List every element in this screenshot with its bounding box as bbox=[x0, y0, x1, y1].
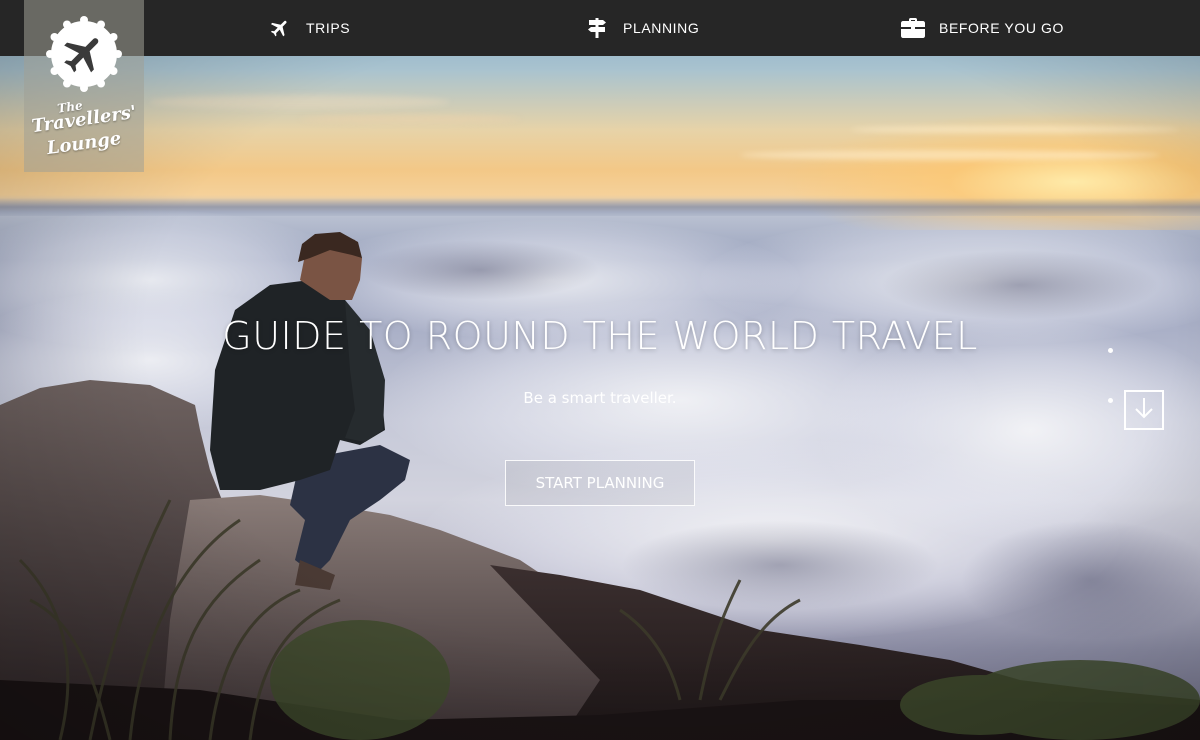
nav-label-before-you-go: BEFORE YOU GO bbox=[939, 20, 1065, 36]
nav-item-before-you-go[interactable]: BEFORE YOU GO bbox=[901, 0, 1064, 56]
hero-subtitle: Be a smart traveller. bbox=[523, 389, 677, 407]
nav-label-planning: PLANNING bbox=[623, 20, 700, 36]
pagination-dot[interactable] bbox=[1108, 348, 1113, 353]
nav-label-trips: TRIPS bbox=[306, 20, 351, 36]
top-navbar: TRIPS PLANNING BEFORE YOU GO bbox=[0, 0, 1200, 56]
airplane-icon bbox=[46, 16, 122, 92]
scroll-down-button[interactable] bbox=[1124, 390, 1164, 430]
nav-item-trips[interactable]: TRIPS bbox=[268, 0, 350, 56]
start-planning-button[interactable]: START PLANNING bbox=[505, 460, 695, 506]
hero-background bbox=[0, 0, 1200, 740]
vignette bbox=[0, 0, 1200, 740]
arrow-down-icon bbox=[1134, 396, 1154, 425]
signpost-icon bbox=[585, 16, 609, 40]
briefcase-icon bbox=[901, 18, 925, 38]
pagination-dot[interactable] bbox=[1108, 398, 1113, 403]
nav-item-planning[interactable]: PLANNING bbox=[585, 0, 699, 56]
airplane-icon bbox=[268, 17, 292, 39]
hero-title: GUIDE TO ROUND THE WORLD TRAVEL bbox=[222, 314, 978, 358]
site-logo[interactable]: The Travellers' Lounge bbox=[24, 0, 144, 172]
